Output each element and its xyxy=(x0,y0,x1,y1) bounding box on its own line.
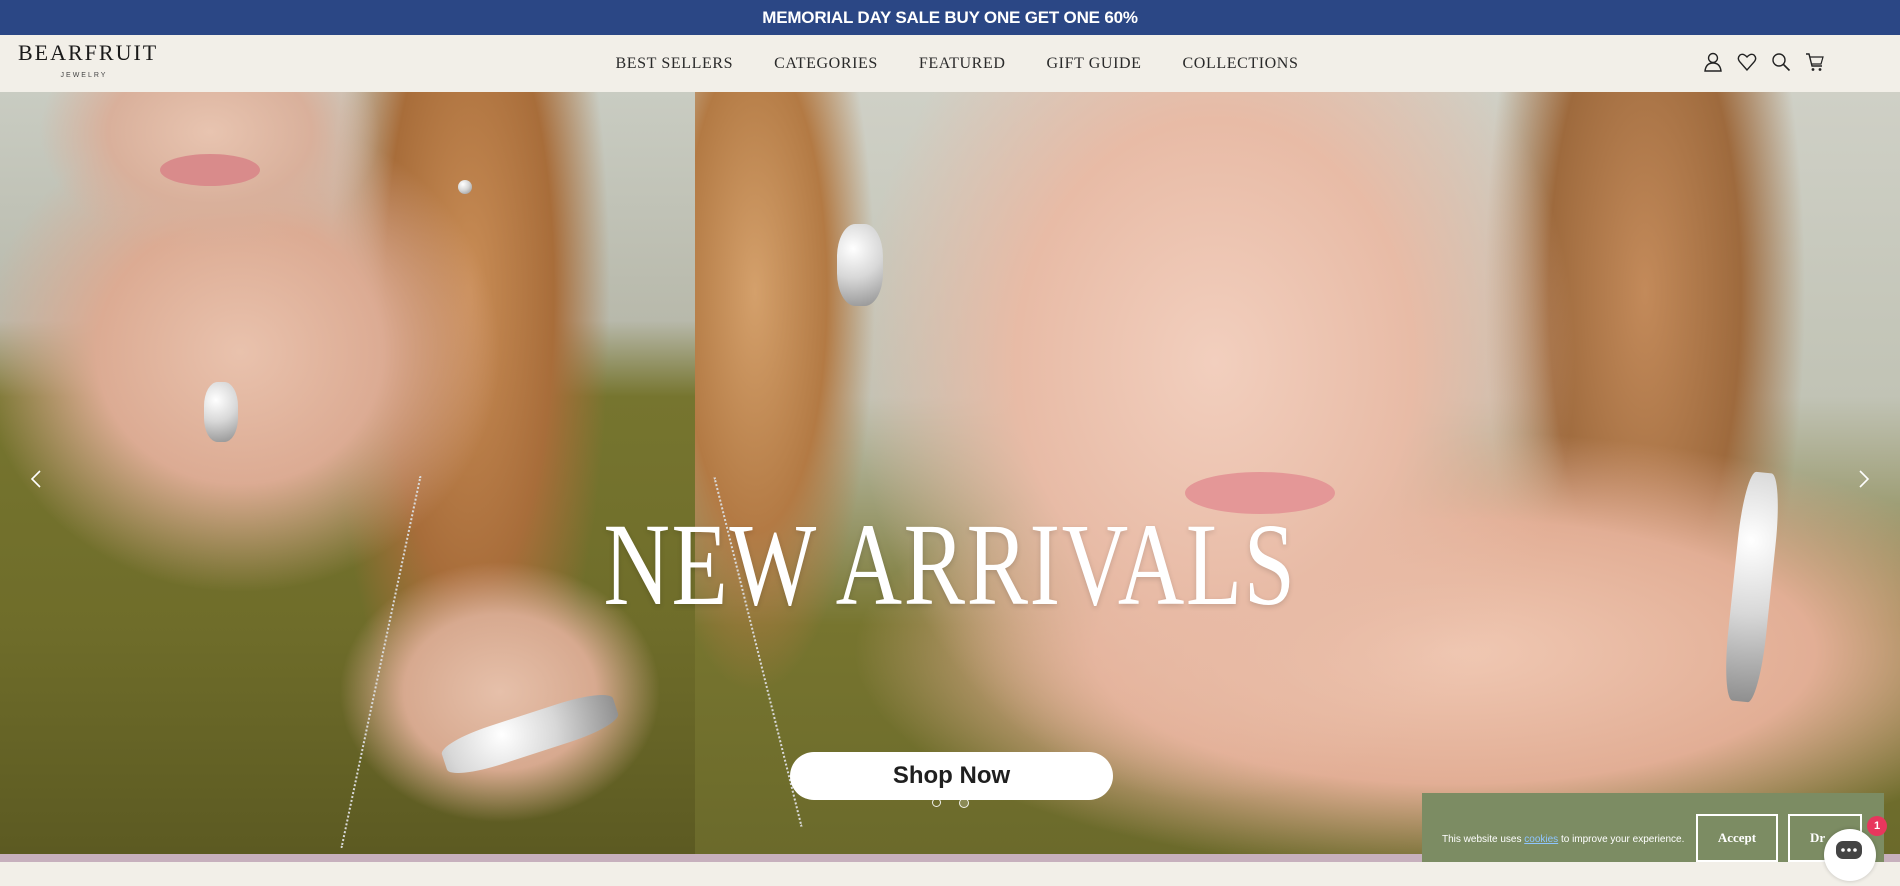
next-slide-arrow[interactable] xyxy=(1854,465,1874,493)
chat-unread-badge: 1 xyxy=(1867,816,1887,836)
nav-categories[interactable]: CATEGORIES xyxy=(774,55,878,73)
header-icons xyxy=(1703,51,1825,73)
earring-left xyxy=(458,180,472,194)
nav-featured[interactable]: FEATURED xyxy=(919,55,1006,73)
wishlist-heart-icon[interactable] xyxy=(1737,51,1757,73)
nav-gift-guide[interactable]: GIFT GUIDE xyxy=(1047,55,1142,73)
search-icon[interactable] xyxy=(1771,51,1791,73)
bracelet-right xyxy=(1721,470,1783,704)
cookie-text: This website uses cookies to improve you… xyxy=(1442,834,1684,845)
prev-slide-arrow[interactable] xyxy=(26,465,46,493)
lips-left xyxy=(160,154,260,186)
hero-title: NEW ARRIVALS xyxy=(603,499,1297,630)
hero-image-left xyxy=(0,92,695,854)
brand-subtitle: JEWELRY xyxy=(60,72,108,79)
announcement-text: MEMORIAL DAY SALE BUY ONE GET ONE 60% xyxy=(762,7,1138,27)
cookies-link[interactable]: cookies xyxy=(1524,834,1558,845)
bracelet-left xyxy=(438,687,622,781)
announcement-bar: MEMORIAL DAY SALE BUY ONE GET ONE 60% xyxy=(0,0,1900,35)
account-icon[interactable] xyxy=(1703,51,1723,73)
hero-image-right xyxy=(695,92,1900,854)
brand-name: BEARFRUIT xyxy=(18,40,159,65)
cookie-text-before: This website uses xyxy=(1442,834,1525,845)
slide-dot-1[interactable] xyxy=(932,798,941,807)
shop-now-button[interactable]: Shop Now xyxy=(790,752,1113,800)
chat-launcher-button[interactable] xyxy=(1824,829,1876,881)
earring-right xyxy=(837,224,883,306)
nav-collections[interactable]: COLLECTIONS xyxy=(1183,55,1299,73)
cookie-text-after: to improve your experience. xyxy=(1558,834,1685,845)
cookie-accept-button[interactable]: Accept xyxy=(1696,814,1778,862)
brand-logo[interactable]: BEARFRUIT JEWELRY xyxy=(18,40,159,79)
main-nav: BEST SELLERS CATEGORIES FEATURED GIFT GU… xyxy=(0,35,1900,92)
cart-icon[interactable] xyxy=(1805,51,1825,73)
cookie-banner: This website uses cookies to improve you… xyxy=(1422,793,1884,862)
slide-dot-2[interactable] xyxy=(959,798,969,808)
hero-slider xyxy=(0,92,1900,854)
ring-cluster xyxy=(204,382,238,442)
chat-bubble-icon xyxy=(1836,841,1862,859)
slide-dots xyxy=(932,798,969,808)
site-header: BEARFRUIT JEWELRY BEST SELLERS CATEGORIE… xyxy=(0,35,1900,92)
nav-best-sellers[interactable]: BEST SELLERS xyxy=(616,55,734,73)
